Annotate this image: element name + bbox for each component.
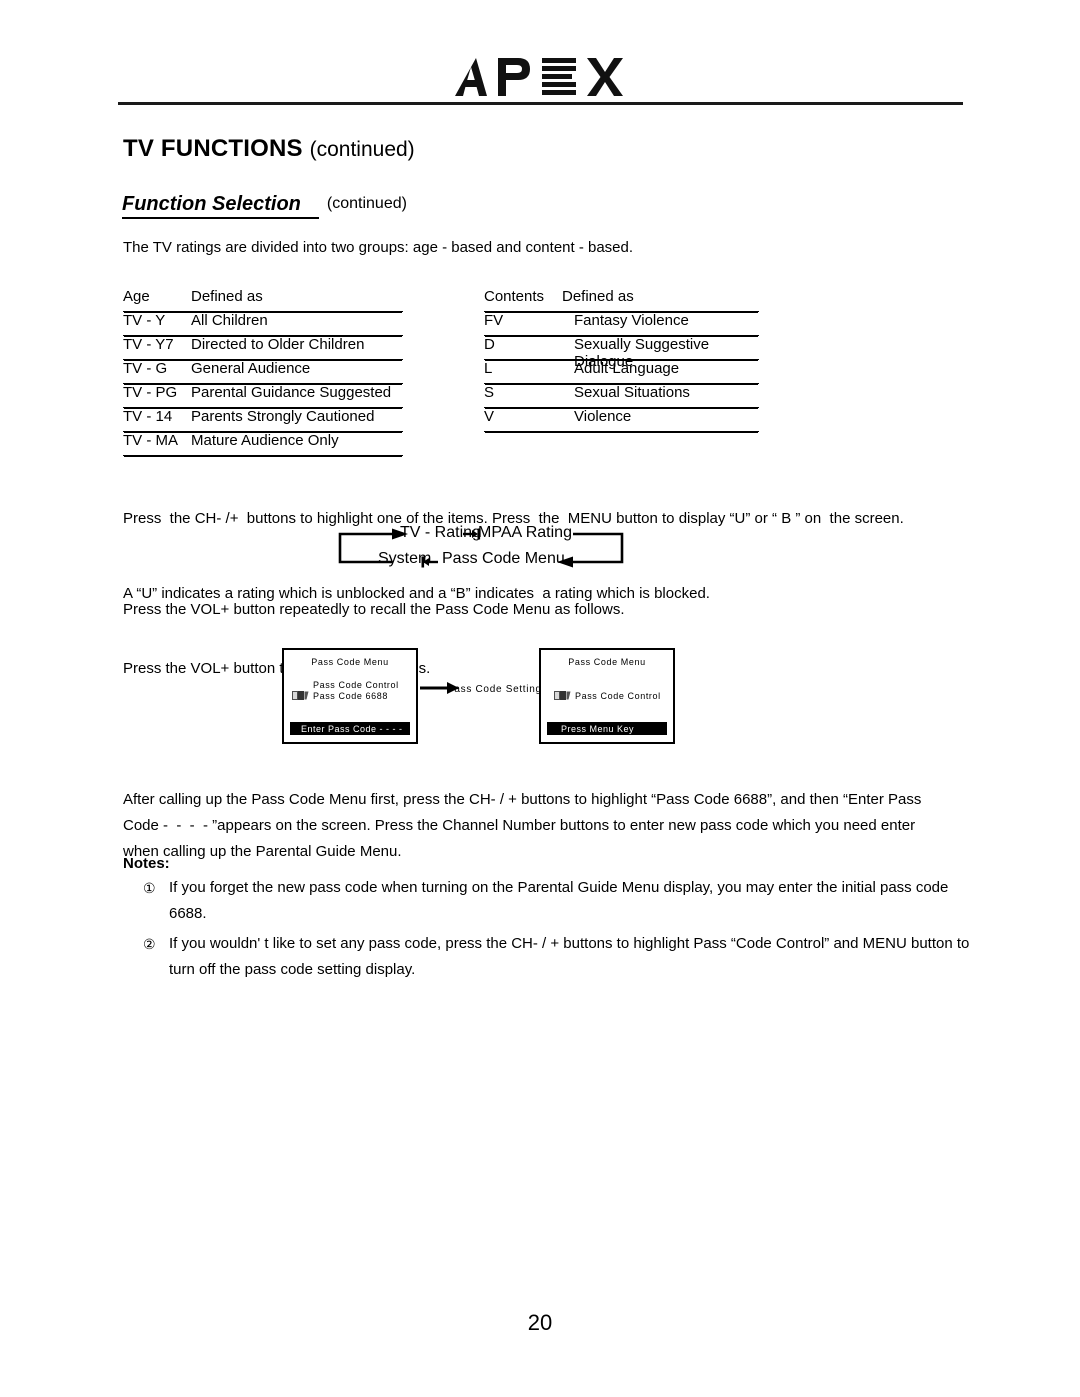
note-text: If you wouldn' t like to set any pass co… (169, 935, 970, 978)
note-text: If you forget the new pass code when tur… (169, 879, 949, 922)
osd-item-pass-code-6688: Pass Code 6688 (313, 691, 388, 701)
osd-title: Pass Code Menu (568, 657, 646, 667)
header-divider (118, 102, 963, 105)
cycle-diagram: TV - Rating MPAA Rating System Pass Code… (330, 524, 635, 580)
section-heading-main: Function Selection (122, 193, 319, 219)
list-item: ② If you wouldn' t like to set any pass … (143, 931, 988, 983)
content-definition: Fantasy Violence (574, 312, 689, 329)
osd-item-pass-code-control: Pass Code Control (575, 691, 661, 701)
intro-paragraph: The TV ratings are divided into two grou… (123, 239, 634, 256)
table-row: FV Fantasy Violence (484, 312, 759, 336)
note-number: ① (143, 880, 156, 896)
content-definition: Violence (574, 408, 632, 425)
cursor-icon (292, 691, 309, 700)
osd-item-pass-code-control: Pass Code Control (313, 680, 399, 690)
content-code: V (484, 408, 495, 425)
table-header-row: Age Defined as (123, 288, 403, 312)
page-number: 20 (527, 1310, 553, 1335)
column-header-age: Age (123, 288, 150, 305)
cycle-label-tv-rating: TV - Rating (400, 524, 481, 541)
table-header-row: Contents Defined as (484, 288, 759, 312)
cycle-label-pass-code-menu: Pass Code Menu (442, 550, 565, 567)
recall-paragraph: Press the VOL+ button repeatedly to reca… (123, 601, 625, 618)
section-heading: Function Selection (continued) (122, 193, 407, 219)
age-definition: Mature Audience Only (191, 432, 339, 449)
notes-label: Notes: (123, 855, 170, 872)
section-heading-continued: (continued) (326, 195, 407, 212)
table-row: TV - 14 Parents Strongly Cautioned (123, 408, 403, 432)
page-title: TV FUNCTIONS (continued) (123, 135, 415, 163)
age-table-body: TV - Y All Children TV - Y7 Directed to … (123, 312, 403, 456)
age-code: TV - PG (123, 384, 178, 401)
table-row: D Sexually Suggestive Dialogue (484, 336, 759, 370)
osd-title: Pass Code Menu (311, 657, 389, 667)
list-item: ① If you forget the new pass code when t… (143, 875, 988, 927)
content-code: L (484, 360, 493, 377)
content-code: S (484, 384, 495, 401)
age-code: TV - 14 (123, 408, 173, 425)
osd-screen-pass-code-menu: Pass Code Menu Pass Code Control Pass Co… (282, 648, 418, 744)
table-row: TV - G General Audience (123, 360, 403, 384)
table-row: S Sexual Situations (484, 384, 759, 408)
after-paragraph: After calling up the Pass Code Menu firs… (123, 791, 922, 860)
apex-logo (0, 56, 1080, 100)
page-title-continued: (continued) (309, 138, 415, 161)
document-page: TV FUNCTIONS (continued) Function Select… (0, 0, 1080, 1397)
content-code: D (484, 336, 495, 353)
osd-screen-pass-code-control: Pass Code Menu Pass Code Control Press M… (539, 648, 675, 744)
osd-status-bar: Enter Pass Code - - - - (290, 722, 410, 735)
table-row: V Violence (484, 408, 759, 432)
notes-list: ① If you forget the new pass code when t… (143, 875, 988, 987)
column-header-defined-as: Defined as (191, 288, 263, 305)
osd-arrow-label: Pass Code Setting (447, 684, 542, 695)
age-code: TV - Y7 (123, 336, 174, 353)
cycle-label-mpaa-rating: MPAA Rating (478, 524, 572, 541)
content-code: FV (484, 312, 504, 329)
age-definition: General Audience (191, 360, 311, 377)
age-definition: Parental Guidance Suggested (191, 384, 392, 401)
age-code: TV - MA (123, 432, 178, 449)
contents-rating-table: Contents Defined as FV Fantasy Violence … (484, 288, 759, 432)
table-row: TV - Y All Children (123, 312, 403, 336)
contents-table-body: FV Fantasy Violence D Sexually Suggestiv… (484, 312, 759, 432)
age-definition: Parents Strongly Cautioned (191, 408, 375, 425)
content-definition: Sexual Situations (574, 384, 690, 401)
content-definition: Adult Language (574, 360, 680, 377)
osd-status-bar: Press Menu Key (547, 722, 667, 735)
cursor-icon (554, 691, 571, 700)
column-header-contents: Contents (484, 288, 545, 305)
note-number: ② (143, 936, 156, 952)
age-code: TV - Y (123, 312, 166, 329)
page-title-main: TV FUNCTIONS (123, 135, 303, 162)
cycle-label-system: System (378, 550, 432, 567)
table-row: TV - MA Mature Audience Only (123, 432, 403, 456)
apex-logo-icon (455, 58, 623, 96)
age-definition: All Children (191, 312, 268, 329)
table-row: TV - PG Parental Guidance Suggested (123, 384, 403, 408)
age-code: TV - G (123, 360, 168, 377)
table-row: L Adult Language (484, 360, 759, 384)
table-row: TV - Y7 Directed to Older Children (123, 336, 403, 360)
age-rating-table: Age Defined as TV - Y All Children TV - … (123, 288, 403, 456)
age-definition: Directed to Older Children (191, 336, 365, 353)
column-header-defined-as: Defined as (562, 288, 634, 305)
